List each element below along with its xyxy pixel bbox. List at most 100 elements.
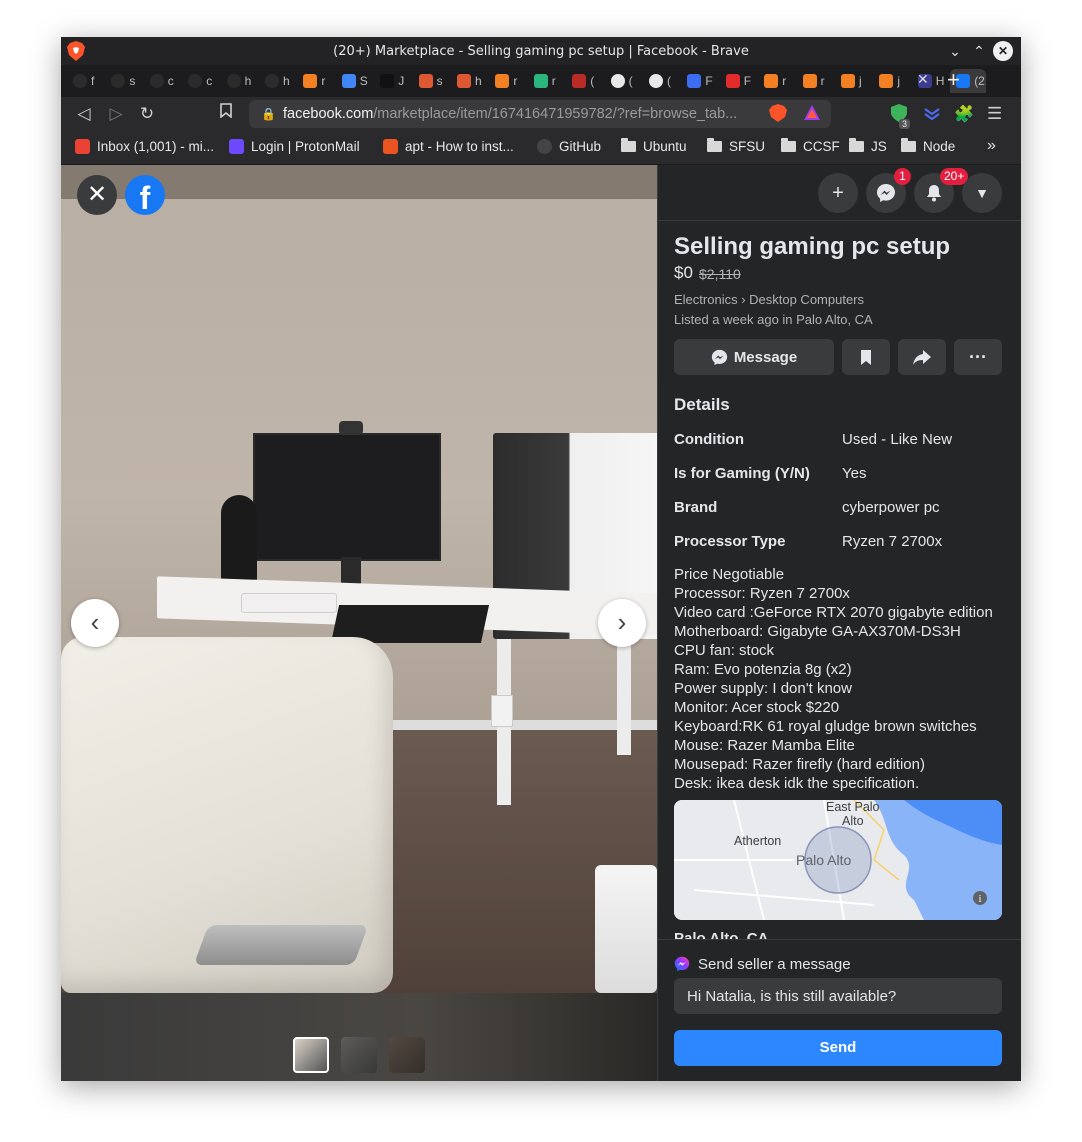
- github-icon: [537, 139, 552, 154]
- tab-18[interactable]: F: [720, 69, 757, 93]
- close-window-icon[interactable]: ✕: [993, 41, 1013, 61]
- github-icon: [188, 74, 203, 88]
- description-line: Video card :GeForce RTX 2070 gigabyte ed…: [674, 604, 993, 621]
- bookmarks-overflow-icon[interactable]: »: [987, 137, 996, 155]
- window-title: (20+) Marketplace - Selling gaming pc se…: [333, 44, 749, 59]
- close-icon[interactable]: ✕: [77, 175, 117, 215]
- folder-icon: [707, 138, 722, 152]
- location-map[interactable]: i East Palo Alto Atherton Palo Alto: [674, 800, 1002, 920]
- tab-close-icon[interactable]: ✕: [917, 71, 929, 88]
- tab-1[interactable]: f: [67, 69, 104, 93]
- tab-5[interactable]: h: [221, 69, 258, 93]
- github-icon: [73, 74, 87, 88]
- bookmark-5[interactable]: Ubuntu: [621, 138, 687, 154]
- messenger-icon: [877, 184, 895, 202]
- bookmark-1[interactable]: Inbox (1,001) - mi...: [75, 139, 214, 154]
- messenger-icon: [674, 956, 690, 972]
- bookmark-4[interactable]: GitHub: [537, 139, 601, 154]
- message-seller-button[interactable]: Message: [674, 339, 834, 375]
- tab-22[interactable]: j: [873, 69, 910, 93]
- chatgpt-icon: [380, 74, 395, 88]
- tab-label: r: [782, 74, 787, 88]
- message-input[interactable]: [674, 978, 1002, 1014]
- tab-10[interactable]: s: [413, 69, 450, 93]
- title-bar: (20+) Marketplace - Selling gaming pc se…: [61, 37, 1021, 65]
- protonmail-icon: [229, 139, 244, 154]
- back-button[interactable]: ◁: [73, 103, 95, 125]
- folder-icon: [621, 138, 636, 152]
- tab-label: c: [206, 74, 213, 88]
- tab-11[interactable]: h: [451, 69, 488, 93]
- previous-photo-button[interactable]: ‹: [71, 599, 119, 647]
- tab-6[interactable]: h: [259, 69, 296, 93]
- bookmark-icon: [861, 349, 871, 365]
- description-line: Power supply: I don't know: [674, 680, 852, 697]
- brave-rewards-icon[interactable]: [803, 104, 821, 122]
- tab-label: h: [475, 74, 482, 88]
- thumbnail-1[interactable]: [293, 1037, 329, 1073]
- account-menu-button[interactable]: ▼: [962, 173, 1002, 213]
- description-line: Monitor: Acer stock $220: [674, 699, 840, 716]
- tab-2[interactable]: s: [105, 69, 142, 93]
- maximize-icon[interactable]: ⌃: [969, 41, 989, 61]
- category-breadcrumb[interactable]: Electronics › Desktop Computers: [674, 292, 864, 307]
- forward-button[interactable]: ▷: [105, 103, 127, 125]
- tab-17[interactable]: F: [681, 69, 718, 93]
- share-button[interactable]: [898, 339, 946, 375]
- thumbnail-2[interactable]: [341, 1037, 377, 1073]
- url-host: facebook.com: [283, 106, 374, 122]
- more-options-button[interactable]: ···: [954, 339, 1002, 375]
- layers-extension-icon[interactable]: [923, 104, 941, 122]
- create-button[interactable]: +: [818, 173, 858, 213]
- bookmark-7[interactable]: CCSF: [781, 138, 840, 154]
- puzzle-extensions-icon[interactable]: 🧩: [954, 104, 974, 123]
- description-line: Motherboard: Gigabyte GA-AX370M-DS3H: [674, 623, 961, 640]
- description-line: CPU fan: stock: [674, 642, 775, 659]
- tab-15[interactable]: (: [605, 69, 642, 93]
- tab-21[interactable]: j: [835, 69, 872, 93]
- reload-button[interactable]: ↻: [136, 103, 158, 125]
- tab-16[interactable]: (: [643, 69, 680, 93]
- tab-13[interactable]: r: [528, 69, 565, 93]
- description-line: Price Negotiable: [674, 566, 785, 583]
- tab-4[interactable]: c: [182, 69, 219, 93]
- tab-19[interactable]: r: [758, 69, 795, 93]
- menu-icon[interactable]: ☰: [987, 104, 1005, 123]
- tab-9[interactable]: J: [374, 69, 411, 93]
- tab-14[interactable]: (: [566, 69, 603, 93]
- save-button[interactable]: [842, 339, 890, 375]
- github-icon: [226, 74, 241, 88]
- docs-icon: [341, 74, 356, 88]
- send-button[interactable]: Send: [674, 1030, 1002, 1066]
- bookmark-label: CCSF: [803, 139, 840, 154]
- tab-12[interactable]: r: [489, 69, 526, 93]
- message-button-label: Message: [733, 348, 798, 366]
- bookmark-9[interactable]: Node: [901, 138, 955, 154]
- lock-icon[interactable]: 🔒: [261, 100, 276, 128]
- url-path: /marketplace/item/167416471959782/?ref=b…: [373, 106, 738, 122]
- tab-label: h: [283, 74, 290, 88]
- bookmark-3[interactable]: apt - How to inst...: [383, 139, 514, 154]
- tab-label: (: [667, 74, 671, 88]
- listing-price: $0: [674, 263, 693, 282]
- tab-3[interactable]: c: [144, 69, 181, 93]
- brave-shields-icon[interactable]: [769, 104, 787, 122]
- messenger-icon: [711, 349, 727, 365]
- thumbnail-3[interactable]: [389, 1037, 425, 1073]
- next-photo-button[interactable]: ›: [598, 599, 646, 647]
- bookmark-8[interactable]: JS: [849, 138, 887, 154]
- minimize-icon[interactable]: ⌄: [945, 41, 965, 61]
- bookmark-2[interactable]: Login | ProtonMail: [229, 139, 360, 154]
- tab-8[interactable]: S: [336, 69, 373, 93]
- address-bar[interactable]: 🔒 facebook.com/marketplace/item/16741647…: [249, 100, 831, 128]
- tab-20[interactable]: r: [797, 69, 834, 93]
- tab-7[interactable]: r: [297, 69, 334, 93]
- tab-label: r: [820, 74, 825, 88]
- description-line: Keyboard:RK 61 royal gludge brown switch…: [674, 718, 977, 735]
- panel-header: + 1 20+ ▼: [658, 165, 1021, 221]
- bookmark-6[interactable]: SFSU: [707, 138, 765, 154]
- facebook-logo-icon[interactable]: f: [125, 175, 165, 215]
- new-tab-button[interactable]: +: [947, 67, 960, 93]
- bookmark-page-icon[interactable]: [215, 103, 237, 125]
- listing-panel: + 1 20+ ▼ Selling gaming pc setup $0 $2,…: [657, 165, 1021, 1081]
